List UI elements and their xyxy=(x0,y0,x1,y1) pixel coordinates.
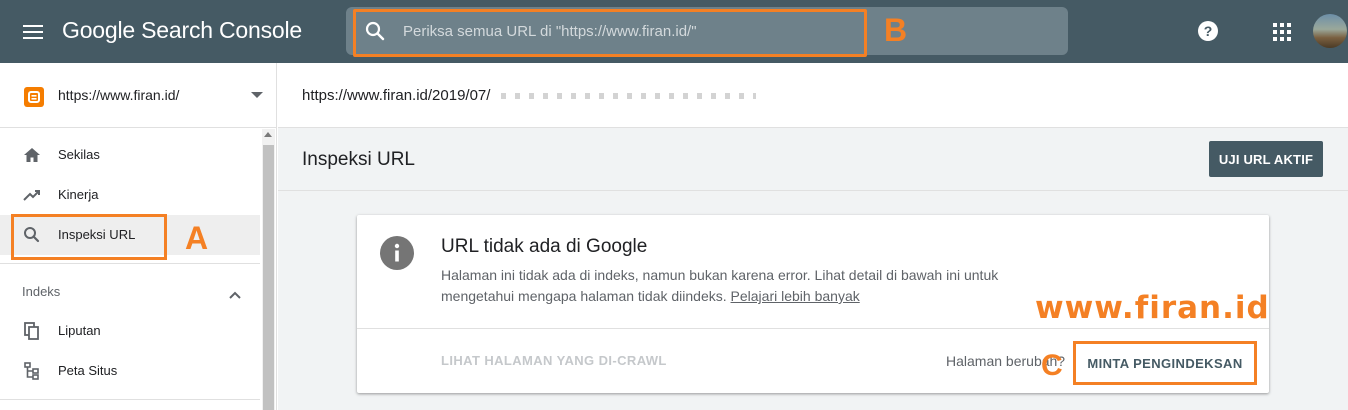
view-crawled-page-button[interactable]: LIHAT HALAMAN YANG DI-CRAWL xyxy=(441,353,667,368)
info-icon xyxy=(380,236,414,270)
help-icon[interactable]: ? xyxy=(1196,19,1220,43)
watermark: www.firan.id xyxy=(1035,290,1270,326)
result-description: Halaman ini tidak ada di indeks, namun b… xyxy=(441,265,1021,307)
sidebar-item-label: Inspeksi URL xyxy=(58,227,136,242)
divider xyxy=(357,328,1269,329)
menu-icon[interactable] xyxy=(18,19,50,45)
result-title: URL tidak ada di Google xyxy=(441,236,648,257)
redacted-url-tail xyxy=(501,93,756,99)
description-text: Halaman ini tidak ada di indeks, namun b… xyxy=(441,267,999,304)
home-icon xyxy=(22,145,42,165)
sitemap-icon xyxy=(22,361,42,381)
annotation-label-b: B xyxy=(884,12,908,48)
annotation-label-a: A xyxy=(185,220,209,256)
learn-more-link[interactable]: Pelajari lebih banyak xyxy=(731,288,860,304)
section-header-indeks: Indeks xyxy=(22,284,61,299)
sidebar-item-kinerja[interactable]: Kinerja xyxy=(0,175,260,215)
sidebar-item-label: Liputan xyxy=(58,323,101,338)
inspected-url: https://www.firan.id/2019/07/ xyxy=(302,87,491,104)
inspection-result-card: URL tidak ada di Google Halaman ini tida… xyxy=(357,215,1269,393)
url-inspect-search-input[interactable] xyxy=(403,21,843,41)
property-selector[interactable]: https://www.firan.id/ xyxy=(0,63,277,128)
test-live-url-button[interactable]: UJI URL AKTIF xyxy=(1209,141,1323,177)
sidebar: https://www.firan.id/ Sekilas Kinerja In… xyxy=(0,63,277,410)
page-header: Inspeksi URL UJI URL AKTIF xyxy=(278,128,1348,191)
property-url: https://www.firan.id/ xyxy=(58,87,180,103)
chevron-up-icon[interactable] xyxy=(229,287,241,299)
search-icon xyxy=(365,21,385,41)
svg-text:?: ? xyxy=(1204,23,1213,39)
divider xyxy=(0,399,260,400)
trending-up-icon xyxy=(22,185,42,205)
divider xyxy=(0,263,260,264)
sidebar-item-label: Sekilas xyxy=(58,147,100,162)
sidebar-item-inspeksi-url[interactable]: Inspeksi URL xyxy=(0,215,260,255)
sidebar-item-label: Peta Situs xyxy=(58,363,118,378)
scrollbar-thumb[interactable] xyxy=(263,145,274,410)
inspected-url-bar: https://www.firan.id/2019/07/ xyxy=(278,63,1348,128)
scroll-up-arrow-icon[interactable] xyxy=(264,132,272,137)
annotation-label-c: C xyxy=(1041,349,1063,382)
apps-icon[interactable] xyxy=(1272,22,1292,42)
request-indexing-button[interactable]: MINTA PENGINDEKSAN xyxy=(1073,341,1257,385)
sidebar-item-peta-situs[interactable]: Peta Situs xyxy=(0,351,260,391)
sidebar-item-sekilas[interactable]: Sekilas xyxy=(0,135,260,175)
sidebar-item-liputan[interactable]: Liputan xyxy=(0,311,260,351)
dropdown-caret-icon xyxy=(251,92,263,98)
page-title: Inspeksi URL xyxy=(302,149,415,170)
search-icon xyxy=(22,225,42,245)
blogger-icon xyxy=(24,87,44,107)
sidebar-item-label: Kinerja xyxy=(58,187,99,202)
copy-icon xyxy=(22,321,42,341)
avatar[interactable] xyxy=(1313,14,1347,48)
app-title: Google Search Console xyxy=(62,17,303,43)
